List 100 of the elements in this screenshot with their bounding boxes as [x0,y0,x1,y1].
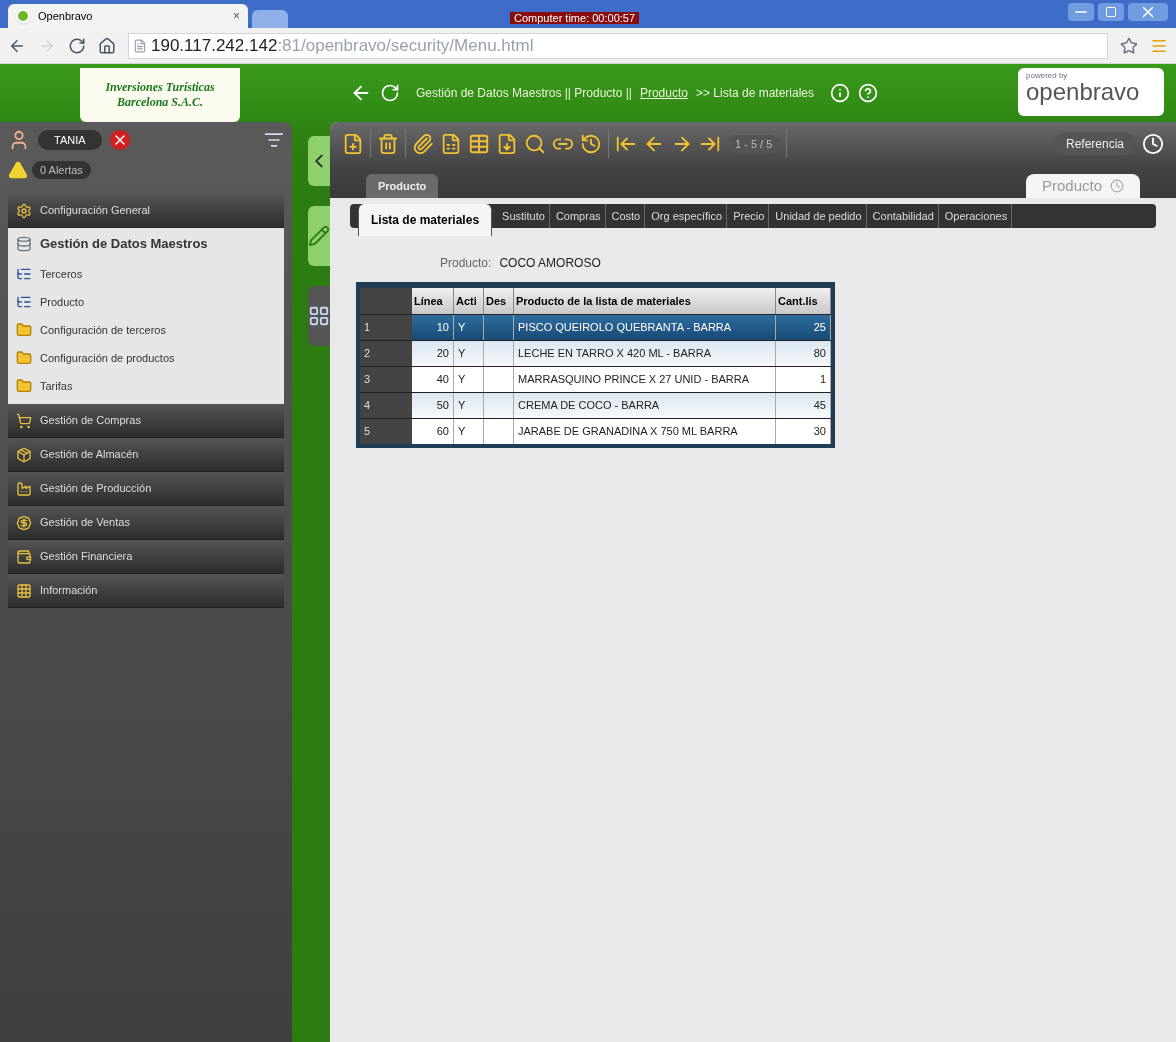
folder-icon [16,350,32,366]
menu-item[interactable]: Producto [40,293,85,311]
menu-section-title: Información [40,583,98,599]
header-corner [360,288,412,314]
company-name: Barcelona S.A.C. [117,95,203,110]
window-icon [16,266,32,282]
menu-list-icon[interactable] [264,130,284,150]
grid-icon [16,582,32,599]
menu-section-title: Gestión de Ventas [40,515,130,531]
spreadsheet-icon[interactable] [440,133,462,155]
info-icon[interactable] [830,83,850,103]
reload-icon[interactable] [68,36,86,55]
powered-by-text: powered by [1026,72,1069,80]
subtab[interactable]: Unidad de pedido [771,204,867,228]
row-number: 5 [360,419,412,444]
address-field[interactable]: 190.117.242.142:81/openbravo/security/Menu.html [128,32,1108,59]
row-number: 2 [360,341,412,366]
gear-icon [16,202,32,219]
parent-tab[interactable]: Producto [366,174,439,198]
openbravo-icon [16,9,30,23]
menu-section-title: Gestión de Producción [40,481,152,497]
tab-title: Openbravo [38,8,94,24]
package-icon [16,446,32,463]
column-header[interactable]: Línea [412,288,454,314]
column-header[interactable]: Producto de la lista de materiales [514,288,776,314]
subtab[interactable]: Contabilidad [868,204,939,228]
clock-icon[interactable] [1142,133,1164,155]
menu-section[interactable]: Gestión de Ventas [8,506,284,540]
alerts-badge[interactable]: 0 Alertas [32,160,91,180]
table-row[interactable]: 1 10 Y PISCO QUEIROLO QUEBRANTA - BARRA 25 [360,314,831,340]
subtab[interactable]: Lista de materiales [358,204,493,236]
tab-close[interactable]: × [233,7,240,25]
row-number: 1 [360,315,412,340]
export-icon[interactable] [496,133,518,155]
column-header[interactable]: Des [484,288,514,314]
table-cell: 60 [412,419,454,444]
history-icon[interactable] [580,133,602,155]
subtab[interactable]: Compras [551,204,606,228]
menu-section[interactable]: Gestión de Producción [8,472,284,506]
pencil-icon[interactable] [308,206,330,266]
user-name[interactable]: TANIA [38,129,102,151]
page-icon [133,38,147,53]
maximize-icon[interactable] [1098,3,1124,21]
computer-time: Computer time: 00:00:57 [510,12,640,24]
cart-icon [16,412,32,429]
menu-section[interactable]: Información [8,574,284,608]
search-icon[interactable] [524,133,546,155]
menu-section[interactable]: Gestión de Almacén [8,438,284,472]
paperclip-icon[interactable] [412,133,434,155]
reference-button[interactable]: Referencia [1053,133,1136,155]
table-row[interactable]: 5 60 Y JARABE DE GRANADINA X 750 ML BARRA 30 [360,418,831,444]
new-document-icon[interactable] [342,133,364,155]
bookmark-icon[interactable] [1120,36,1138,55]
menu-item[interactable]: Tarifas [40,377,73,395]
wallet-icon [16,548,32,565]
row-number: 3 [360,367,412,392]
trash-icon[interactable] [377,133,399,155]
logout-icon[interactable] [109,130,130,150]
window-icon [16,294,32,310]
company-name: Inversiones Turísticas [105,80,215,95]
column-header[interactable]: Cant.lis [776,288,831,314]
subtab[interactable]: Operaciones [940,204,1013,228]
collapse-icon[interactable] [308,136,330,186]
breadcrumb-link[interactable]: Producto [639,84,688,102]
menu-section-title: Gestión de Almacén [40,447,139,463]
product-value: COCO AMOROSO [499,255,601,272]
folder-icon [16,378,32,394]
menu-item[interactable]: Terceros [40,265,83,283]
menu-section-title[interactable]: Gestión de Datos Maestros [40,234,208,254]
window-title: Producto [1041,175,1102,196]
menu-item[interactable]: Configuración de productos [40,349,175,367]
minimize-icon[interactable] [1068,3,1094,21]
breadcrumb-current: >> Lista de materiales [695,85,814,102]
grid-view-icon[interactable] [308,286,330,346]
table-icon[interactable] [468,133,490,155]
subtab[interactable]: Costo [607,204,646,228]
menu-section[interactable]: Gestión Financiera [8,540,284,574]
help-icon[interactable] [858,83,878,103]
menu-section-title: Gestión de Compras [40,413,141,429]
subtab[interactable]: Org específico [647,204,728,228]
home-icon[interactable] [98,36,116,55]
logo-text: openbravo [1026,80,1141,104]
table-row[interactable]: 4 50 Y CREMA DE COCO - BARRA 45 [360,392,831,418]
table-cell: Y [454,419,484,444]
browser-tab[interactable]: Openbravo × [8,4,248,28]
breadcrumb-path: Gestión de Datos Maestros || Producto || [416,85,632,102]
table-row[interactable]: 2 20 Y LECHE EN TARRO X 420 ML - BARRA 80 [360,340,831,366]
subtab[interactable]: Sustituto [498,204,550,228]
subtab[interactable]: Precio [729,204,770,228]
menu-section[interactable]: Configuración General [8,194,284,228]
refresh-icon[interactable] [380,83,400,103]
table-cell: JARABE DE GRANADINA X 750 ML BARRA [514,419,776,444]
menu-item[interactable]: Configuración de terceros [40,321,166,339]
record-count: 1 - 5 / 5 [727,134,781,154]
column-header[interactable]: Acti [454,288,484,314]
table-row[interactable]: 3 40 Y MARRASQUINO PRINCE X 27 UNID - BARRA 1 [360,366,831,392]
database-icon [16,236,32,252]
menu-section-title: Configuración General [40,203,151,219]
factory-icon [16,480,32,497]
close-icon[interactable] [1128,3,1168,21]
